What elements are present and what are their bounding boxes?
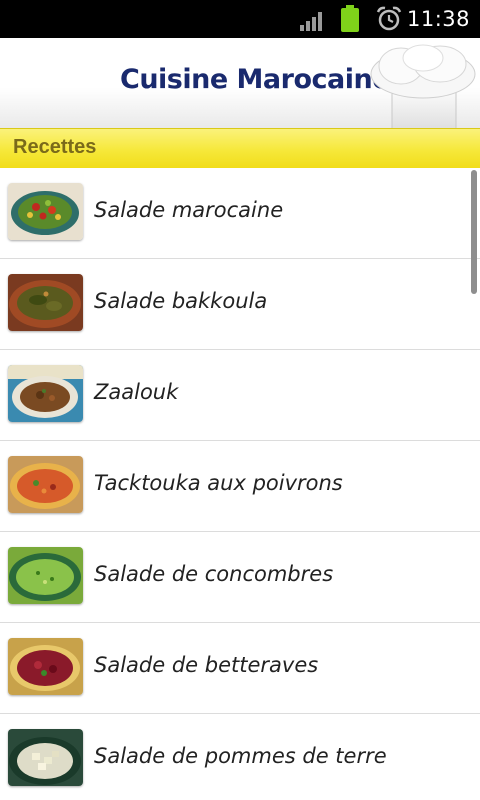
recipe-list[interactable]: Salade marocaine Salade bakkoula Zaalouk… xyxy=(0,168,480,800)
recipe-item[interactable]: Salade de betteraves xyxy=(0,623,480,714)
recipe-thumbnail xyxy=(8,183,83,240)
recipe-thumbnail xyxy=(8,729,83,786)
recipe-name: Salade de betteraves xyxy=(94,653,319,677)
recipe-name: Salade marocaine xyxy=(94,198,284,222)
scrollbar[interactable] xyxy=(471,170,477,294)
recipe-item[interactable]: Salade bakkoula xyxy=(0,259,480,350)
status-time: 11:38 xyxy=(406,7,470,31)
recipe-thumbnail xyxy=(8,638,83,695)
status-bar: 11:38 xyxy=(0,0,480,38)
section-header: Recettes xyxy=(0,128,480,168)
recipe-name: Tacktouka aux poivrons xyxy=(94,471,343,495)
app-title: Cuisine Marocaine xyxy=(120,64,391,95)
recipe-thumbnail xyxy=(8,456,83,513)
recipe-item[interactable]: Salade de pommes de terre xyxy=(0,714,480,800)
recipe-name: Salade de pommes de terre xyxy=(94,744,387,768)
recipe-item[interactable]: Tacktouka aux poivrons xyxy=(0,441,480,532)
recipe-thumbnail xyxy=(8,274,83,331)
section-title: Recettes xyxy=(13,136,97,158)
recipe-item[interactable]: Salade marocaine xyxy=(0,168,480,259)
recipe-thumbnail xyxy=(8,365,83,422)
recipe-item[interactable]: Zaalouk xyxy=(0,350,480,441)
recipe-item[interactable]: Salade de concombres xyxy=(0,532,480,623)
battery-icon xyxy=(341,5,359,32)
chef-hat-icon xyxy=(370,44,476,139)
signal-icon xyxy=(300,12,322,31)
recipe-thumbnail xyxy=(8,547,83,604)
recipe-name: Salade bakkoula xyxy=(94,289,268,313)
recipe-name: Zaalouk xyxy=(94,380,179,404)
recipe-name: Salade de concombres xyxy=(94,562,334,586)
alarm-clock-icon xyxy=(376,6,402,31)
